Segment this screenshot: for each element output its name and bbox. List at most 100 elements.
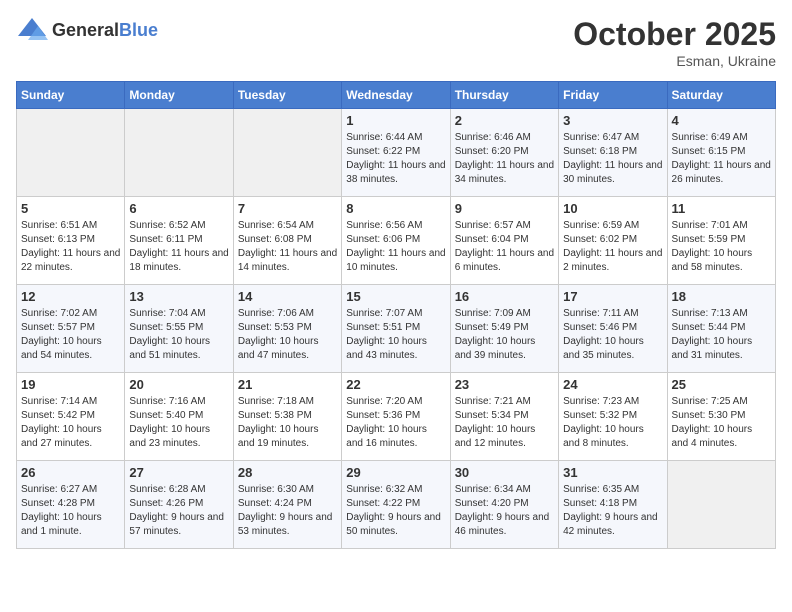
weekday-header-row: SundayMondayTuesdayWednesdayThursdayFrid… xyxy=(17,82,776,109)
day-info: Sunrise: 6:52 AM Sunset: 6:11 PM Dayligh… xyxy=(129,219,228,275)
calendar-cell: 19 Sunrise: 7:14 AM Sunset: 5:42 PM Dayli… xyxy=(17,373,125,461)
day-number: 23 xyxy=(455,377,554,392)
weekday-header-cell: Thursday xyxy=(450,82,558,109)
calendar-cell: 9Sunrise: 6:57 AM Sunset: 6:04 PM Daylig… xyxy=(450,197,558,285)
day-info: Sunrise: 6:51 AM Sunset: 6:13 PM Dayligh… xyxy=(21,219,120,275)
day-info: Sunrise: 7:01 AM Sunset: 5:59 PM Dayligh… xyxy=(672,219,771,275)
page-header: GeneralBlue October 2025 Esman, Ukraine xyxy=(16,16,776,69)
calendar-body: 1 Sunrise: 6:44 AM Sunset: 6:22 PM Daylig… xyxy=(17,109,776,549)
day-info: Sunrise: 7:07 AM Sunset: 5:51 PM Dayligh… xyxy=(346,307,445,363)
weekday-header-cell: Monday xyxy=(125,82,233,109)
calendar-cell: 20 Sunrise: 7:16 AM Sunset: 5:40 PM Dayli… xyxy=(125,373,233,461)
calendar-cell: 10 Sunrise: 6:59 AM Sunset: 6:02 PM Dayli… xyxy=(559,197,667,285)
day-number: 25 xyxy=(672,377,771,392)
day-info: Sunrise: 6:32 AM Sunset: 4:22 PM Dayligh… xyxy=(346,483,445,539)
day-number: 1 xyxy=(346,113,445,128)
day-info: Sunrise: 6:59 AM Sunset: 6:02 PM Dayligh… xyxy=(563,219,662,275)
calendar-cell: 8 Sunrise: 6:56 AM Sunset: 6:06 PM Daylig… xyxy=(342,197,450,285)
calendar-cell: 29 Sunrise: 6:32 AM Sunset: 4:22 PM Dayli… xyxy=(342,461,450,549)
day-info: Sunrise: 7:18 AM Sunset: 5:38 PM Dayligh… xyxy=(238,395,337,451)
day-number: 20 xyxy=(129,377,228,392)
day-number: 22 xyxy=(346,377,445,392)
day-number: 24 xyxy=(563,377,662,392)
calendar-cell: 31Sunrise: 6:35 AM Sunset: 4:18 PM Dayli… xyxy=(559,461,667,549)
calendar-cell: 6 Sunrise: 6:52 AM Sunset: 6:11 PM Daylig… xyxy=(125,197,233,285)
day-info: Sunrise: 6:44 AM Sunset: 6:22 PM Dayligh… xyxy=(346,131,445,187)
calendar-cell: 23 Sunrise: 7:21 AM Sunset: 5:34 PM Dayli… xyxy=(450,373,558,461)
day-info: Sunrise: 6:35 AM Sunset: 4:18 PM Dayligh… xyxy=(563,483,662,539)
calendar-cell: 21 Sunrise: 7:18 AM Sunset: 5:38 PM Dayli… xyxy=(233,373,341,461)
day-number: 16 xyxy=(455,289,554,304)
calendar-cell: 25 Sunrise: 7:25 AM Sunset: 5:30 PM Dayli… xyxy=(667,373,775,461)
calendar-cell xyxy=(233,109,341,197)
day-number: 2 xyxy=(455,113,554,128)
calendar-cell: 17 Sunrise: 7:11 AM Sunset: 5:46 PM Dayli… xyxy=(559,285,667,373)
calendar-cell: 5 Sunrise: 6:51 AM Sunset: 6:13 PM Daylig… xyxy=(17,197,125,285)
day-info: Sunrise: 6:28 AM Sunset: 4:26 PM Dayligh… xyxy=(129,483,228,539)
weekday-header-cell: Wednesday xyxy=(342,82,450,109)
title-block: October 2025 Esman, Ukraine xyxy=(573,16,776,69)
day-info: Sunrise: 7:04 AM Sunset: 5:55 PM Dayligh… xyxy=(129,307,228,363)
day-number: 14 xyxy=(238,289,337,304)
calendar-cell: 11 Sunrise: 7:01 AM Sunset: 5:59 PM Dayli… xyxy=(667,197,775,285)
day-number: 27 xyxy=(129,465,228,480)
calendar-week-row: 12Sunrise: 7:02 AM Sunset: 5:57 PM Dayli… xyxy=(17,285,776,373)
calendar-cell: 22Sunrise: 7:20 AM Sunset: 5:36 PM Dayli… xyxy=(342,373,450,461)
calendar-cell: 7 Sunrise: 6:54 AM Sunset: 6:08 PM Daylig… xyxy=(233,197,341,285)
weekday-header-cell: Sunday xyxy=(17,82,125,109)
day-info: Sunrise: 6:54 AM Sunset: 6:08 PM Dayligh… xyxy=(238,219,337,275)
day-info: Sunrise: 7:14 AM Sunset: 5:42 PM Dayligh… xyxy=(21,395,120,451)
day-info: Sunrise: 7:25 AM Sunset: 5:30 PM Dayligh… xyxy=(672,395,771,451)
calendar-cell: 1 Sunrise: 6:44 AM Sunset: 6:22 PM Daylig… xyxy=(342,109,450,197)
day-number: 4 xyxy=(672,113,771,128)
logo-general: General xyxy=(52,20,119,40)
month-title: October 2025 xyxy=(573,16,776,53)
calendar-week-row: 5 Sunrise: 6:51 AM Sunset: 6:13 PM Daylig… xyxy=(17,197,776,285)
day-number: 19 xyxy=(21,377,120,392)
day-number: 11 xyxy=(672,201,771,216)
day-number: 17 xyxy=(563,289,662,304)
day-number: 21 xyxy=(238,377,337,392)
calendar-cell: 3 Sunrise: 6:47 AM Sunset: 6:18 PM Daylig… xyxy=(559,109,667,197)
day-number: 10 xyxy=(563,201,662,216)
calendar-cell: 18Sunrise: 7:13 AM Sunset: 5:44 PM Dayli… xyxy=(667,285,775,373)
day-info: Sunrise: 7:13 AM Sunset: 5:44 PM Dayligh… xyxy=(672,307,771,363)
day-info: Sunrise: 7:09 AM Sunset: 5:49 PM Dayligh… xyxy=(455,307,554,363)
weekday-header-cell: Friday xyxy=(559,82,667,109)
day-number: 30 xyxy=(455,465,554,480)
day-number: 3 xyxy=(563,113,662,128)
day-number: 28 xyxy=(238,465,337,480)
calendar-cell: 28 Sunrise: 6:30 AM Sunset: 4:24 PM Dayli… xyxy=(233,461,341,549)
calendar-cell xyxy=(17,109,125,197)
day-number: 26 xyxy=(21,465,120,480)
day-info: Sunrise: 6:30 AM Sunset: 4:24 PM Dayligh… xyxy=(238,483,337,539)
calendar-cell: 4 Sunrise: 6:49 AM Sunset: 6:15 PM Daylig… xyxy=(667,109,775,197)
day-info: Sunrise: 7:11 AM Sunset: 5:46 PM Dayligh… xyxy=(563,307,662,363)
day-info: Sunrise: 6:34 AM Sunset: 4:20 PM Dayligh… xyxy=(455,483,554,539)
day-number: 6 xyxy=(129,201,228,216)
calendar-cell: 14 Sunrise: 7:06 AM Sunset: 5:53 PM Dayli… xyxy=(233,285,341,373)
calendar-table: SundayMondayTuesdayWednesdayThursdayFrid… xyxy=(16,81,776,549)
day-info: Sunrise: 7:21 AM Sunset: 5:34 PM Dayligh… xyxy=(455,395,554,451)
calendar-cell xyxy=(125,109,233,197)
calendar-week-row: 19 Sunrise: 7:14 AM Sunset: 5:42 PM Dayli… xyxy=(17,373,776,461)
calendar-cell: 12Sunrise: 7:02 AM Sunset: 5:57 PM Dayli… xyxy=(17,285,125,373)
day-info: Sunrise: 7:02 AM Sunset: 5:57 PM Dayligh… xyxy=(21,307,120,363)
day-info: Sunrise: 6:47 AM Sunset: 6:18 PM Dayligh… xyxy=(563,131,662,187)
calendar-cell: 30 Sunrise: 6:34 AM Sunset: 4:20 PM Dayli… xyxy=(450,461,558,549)
logo: GeneralBlue xyxy=(16,16,158,44)
day-number: 15 xyxy=(346,289,445,304)
calendar-week-row: 26Sunrise: 6:27 AM Sunset: 4:28 PM Dayli… xyxy=(17,461,776,549)
day-info: Sunrise: 7:16 AM Sunset: 5:40 PM Dayligh… xyxy=(129,395,228,451)
calendar-cell: 24Sunrise: 7:23 AM Sunset: 5:32 PM Dayli… xyxy=(559,373,667,461)
calendar-cell: 16 Sunrise: 7:09 AM Sunset: 5:49 PM Dayli… xyxy=(450,285,558,373)
day-number: 5 xyxy=(21,201,120,216)
day-number: 8 xyxy=(346,201,445,216)
day-number: 29 xyxy=(346,465,445,480)
logo-icon xyxy=(16,16,48,44)
day-info: Sunrise: 6:49 AM Sunset: 6:15 PM Dayligh… xyxy=(672,131,771,187)
day-info: Sunrise: 7:06 AM Sunset: 5:53 PM Dayligh… xyxy=(238,307,337,363)
day-info: Sunrise: 6:56 AM Sunset: 6:06 PM Dayligh… xyxy=(346,219,445,275)
calendar-cell: 13Sunrise: 7:04 AM Sunset: 5:55 PM Dayli… xyxy=(125,285,233,373)
day-number: 7 xyxy=(238,201,337,216)
